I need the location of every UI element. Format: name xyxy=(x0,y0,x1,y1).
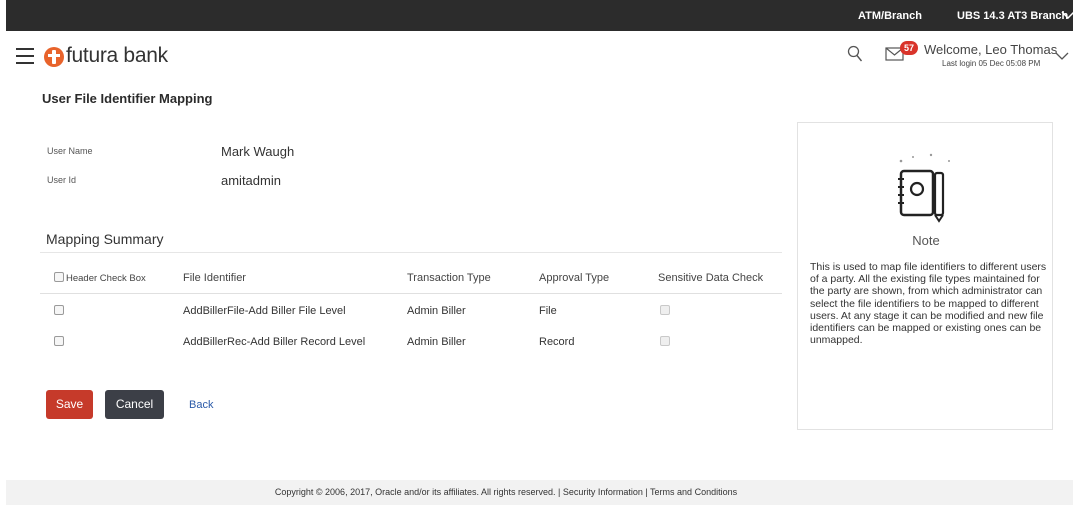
note-panel: Note This is used to map file identifier… xyxy=(797,122,1053,430)
chevron-down-icon[interactable] xyxy=(1061,9,1073,21)
footer-text: Copyright © 2006, 2017, Oracle and/or it… xyxy=(274,487,738,497)
file-identifier-cell: AddBillerFile-Add Biller File Level xyxy=(183,305,346,317)
mapping-summary-title: Mapping Summary xyxy=(46,231,164,247)
column-header-approval-type: Approval Type xyxy=(539,272,610,284)
column-header-file-identifier: File Identifier xyxy=(183,272,246,284)
transaction-type-cell: Admin Biller xyxy=(407,305,466,317)
user-name-value: Mark Waugh xyxy=(221,144,295,159)
table-header-divider xyxy=(40,293,782,294)
search-icon[interactable] xyxy=(847,45,863,63)
notification-badge[interactable]: 57 xyxy=(900,41,918,55)
back-link[interactable]: Back xyxy=(189,399,213,411)
last-login: Last login 05 Dec 05:08 PM xyxy=(942,59,1041,68)
footer: Copyright © 2006, 2017, Oracle and/or it… xyxy=(6,480,1073,505)
column-header-check: Header Check Box xyxy=(66,273,146,284)
row-checkbox[interactable] xyxy=(54,305,64,315)
header: futura bank 57 Welcome, Leo Thomas Last … xyxy=(6,31,1073,83)
notebook-icon xyxy=(898,153,950,223)
header-checkbox[interactable] xyxy=(54,272,64,282)
user-name-label: User Name xyxy=(47,146,93,156)
atm-branch-link[interactable]: ATM/Branch xyxy=(858,10,922,22)
welcome-text[interactable]: Welcome, Leo Thomas xyxy=(924,42,1057,57)
transaction-type-cell: Admin Biller xyxy=(407,336,466,348)
note-title: Note xyxy=(912,233,940,248)
logo-text[interactable]: futura bank xyxy=(66,44,168,68)
futura-logo-icon xyxy=(44,47,64,67)
sensitive-data-checkbox xyxy=(660,336,670,346)
branch-selector[interactable]: UBS 14.3 AT3 Branch xyxy=(957,10,1068,22)
cancel-button[interactable]: Cancel xyxy=(105,390,164,419)
save-button[interactable]: Save xyxy=(46,390,93,419)
user-id-value: amitadmin xyxy=(221,173,281,188)
row-checkbox[interactable] xyxy=(54,336,64,346)
user-id-label: User Id xyxy=(47,175,77,185)
divider xyxy=(40,252,782,253)
top-bar: ATM/Branch UBS 14.3 AT3 Branch xyxy=(6,0,1073,31)
sensitive-data-checkbox xyxy=(660,305,670,315)
file-identifier-cell: AddBillerRec-Add Biller Record Level xyxy=(183,336,366,348)
note-text: This is used to map file identifiers to … xyxy=(810,261,1047,347)
column-header-sensitive-data: Sensitive Data Check xyxy=(658,272,764,284)
chevron-down-icon[interactable] xyxy=(1055,51,1069,61)
approval-type-cell: File xyxy=(539,305,557,317)
page-title: User File Identifier Mapping xyxy=(42,91,213,106)
menu-icon[interactable] xyxy=(16,48,34,64)
column-header-transaction-type: Transaction Type xyxy=(407,272,491,284)
approval-type-cell: Record xyxy=(539,336,575,348)
